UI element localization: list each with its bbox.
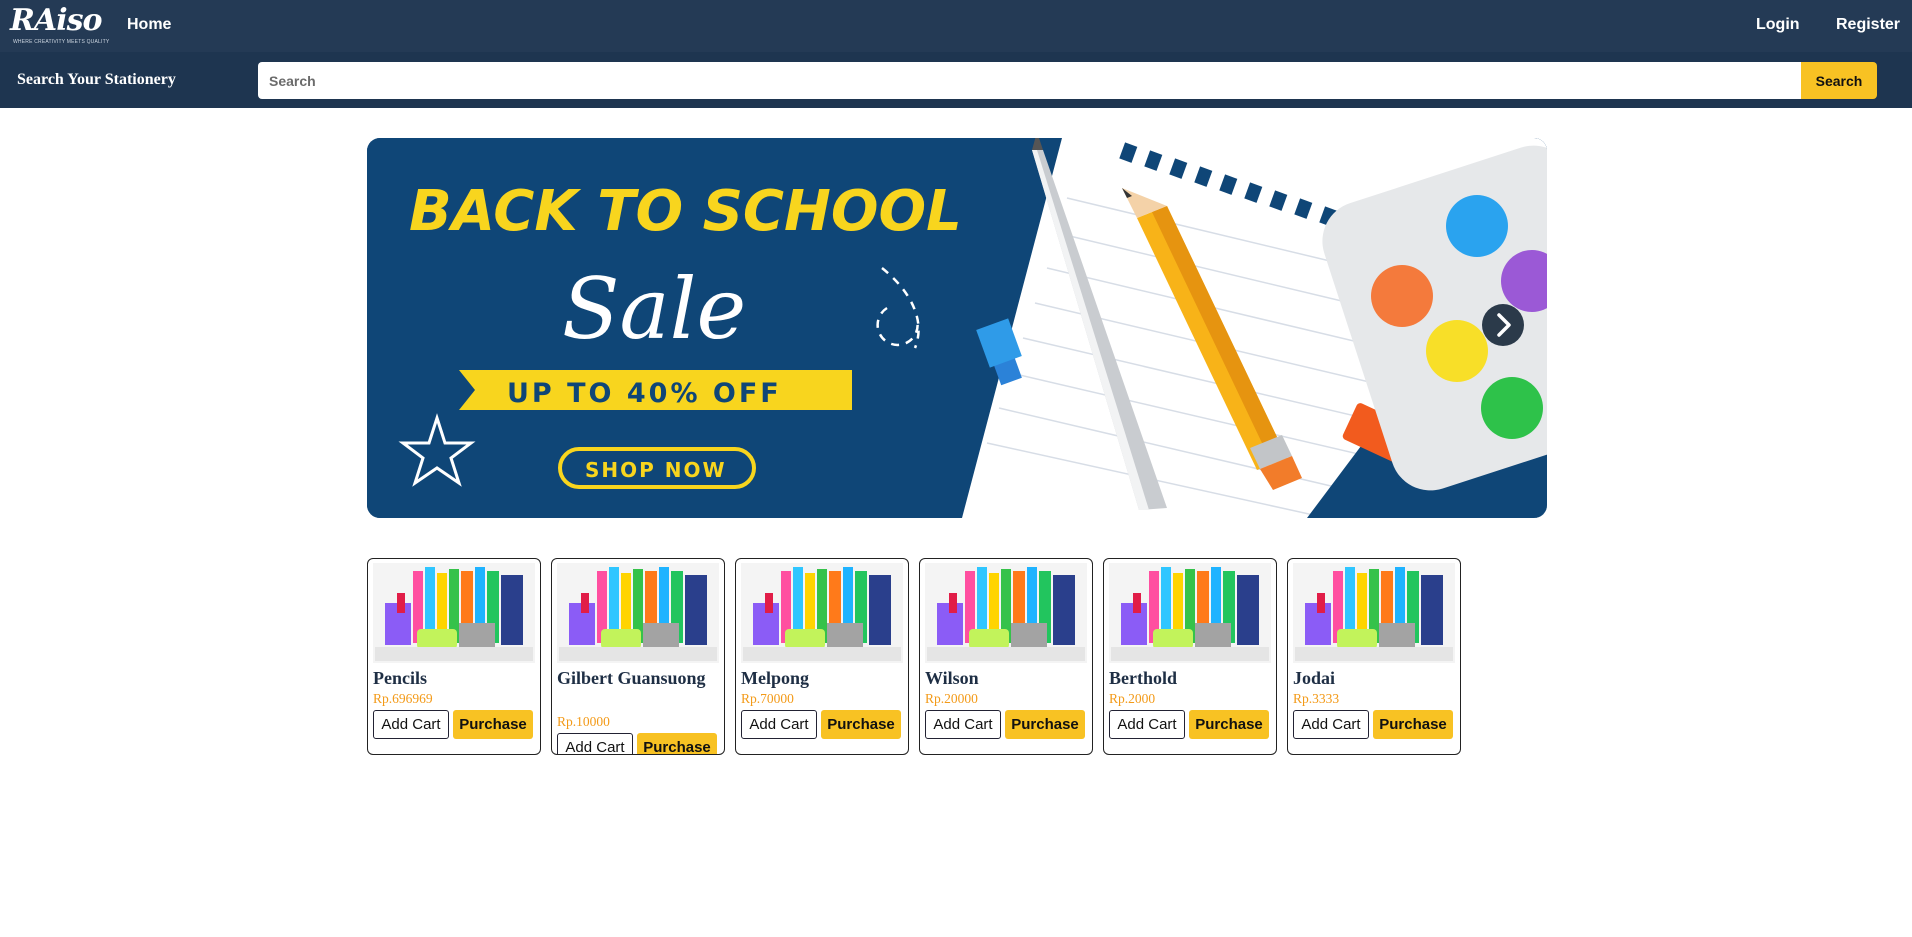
- shop-now-label: SHOP NOW: [585, 458, 727, 482]
- search-bar: Search Your Stationery Search: [0, 52, 1912, 108]
- product-price: Rp.2000: [1109, 691, 1156, 706]
- purchase-button[interactable]: Purchase: [821, 710, 901, 739]
- product-image: [1293, 563, 1455, 663]
- chevron-right-icon: [1497, 313, 1511, 337]
- product-name: Pencils: [373, 668, 427, 688]
- product-card[interactable]: Berthold Rp.2000 Add Cart Purchase: [1103, 558, 1277, 755]
- product-card[interactable]: Jodai Rp.3333 Add Cart Purchase: [1287, 558, 1461, 755]
- purchase-button[interactable]: Purchase: [637, 733, 717, 754]
- banner-headline: BACK TO SCHOOL: [409, 179, 962, 244]
- product-image: [925, 563, 1087, 663]
- nav-home-link[interactable]: Home: [127, 16, 171, 34]
- product-name: Berthold: [1109, 668, 1178, 688]
- add-cart-button[interactable]: Add Cart: [1293, 710, 1369, 739]
- add-cart-button[interactable]: Add Cart: [925, 710, 1001, 739]
- product-name: Jodai: [1293, 668, 1336, 688]
- product-price: Rp.696969: [373, 691, 433, 706]
- search-input[interactable]: [258, 62, 1801, 99]
- product-price: Rp.20000: [925, 691, 978, 706]
- product-name: Melpong: [741, 668, 810, 688]
- product-card[interactable]: Melpong Rp.70000 Add Cart Purchase: [735, 558, 909, 755]
- product-image: [373, 563, 535, 663]
- promo-banner[interactable]: BACK TO SCHOOL Sale UP TO 40% OFF SHOP N…: [367, 138, 1547, 518]
- brand-logo[interactable]: RAiso WHERE CREATIVITY MEETS QUALITY: [10, 3, 110, 48]
- banner-ribbon-text: UP TO 40% OFF: [507, 378, 782, 409]
- product-name: Wilson: [925, 668, 979, 688]
- add-cart-button[interactable]: Add Cart: [1109, 710, 1185, 739]
- search-label: Search Your Stationery: [17, 71, 176, 88]
- purchase-button[interactable]: Purchase: [453, 710, 533, 739]
- product-card[interactable]: Gilbert Guansuong Rp.10000 Add Cart Purc…: [551, 558, 725, 755]
- logo-tagline: WHERE CREATIVITY MEETS QUALITY: [13, 39, 110, 45]
- product-card[interactable]: Wilson Rp.20000 Add Cart Purchase: [919, 558, 1093, 755]
- purchase-button[interactable]: Purchase: [1189, 710, 1269, 739]
- product-image: [741, 563, 903, 663]
- add-cart-button[interactable]: Add Cart: [557, 733, 633, 754]
- carousel-next-button[interactable]: [1482, 304, 1524, 346]
- banner-artwork: BACK TO SCHOOL Sale UP TO 40% OFF SHOP N…: [367, 138, 1547, 518]
- search-button[interactable]: Search: [1801, 62, 1877, 99]
- product-name: Gilbert Guansuong: [557, 668, 706, 688]
- banner-script-text: Sale: [562, 260, 746, 358]
- add-cart-button[interactable]: Add Cart: [741, 710, 817, 739]
- nav-login-link[interactable]: Login: [1756, 16, 1800, 34]
- product-price: Rp.70000: [741, 691, 794, 706]
- top-navbar: RAiso WHERE CREATIVITY MEETS QUALITY Hom…: [0, 0, 1912, 52]
- product-price: Rp.10000: [557, 714, 610, 729]
- product-image: [557, 563, 719, 663]
- product-image: [1109, 563, 1271, 663]
- product-price: Rp.3333: [1293, 691, 1340, 706]
- nav-register-link[interactable]: Register: [1836, 16, 1900, 34]
- purchase-button[interactable]: Purchase: [1005, 710, 1085, 739]
- logo-wordmark: RAiso: [10, 3, 103, 38]
- purchase-button[interactable]: Purchase: [1373, 710, 1453, 739]
- product-card[interactable]: Pencils Rp.696969 Add Cart Purchase: [367, 558, 541, 755]
- add-cart-button[interactable]: Add Cart: [373, 710, 449, 739]
